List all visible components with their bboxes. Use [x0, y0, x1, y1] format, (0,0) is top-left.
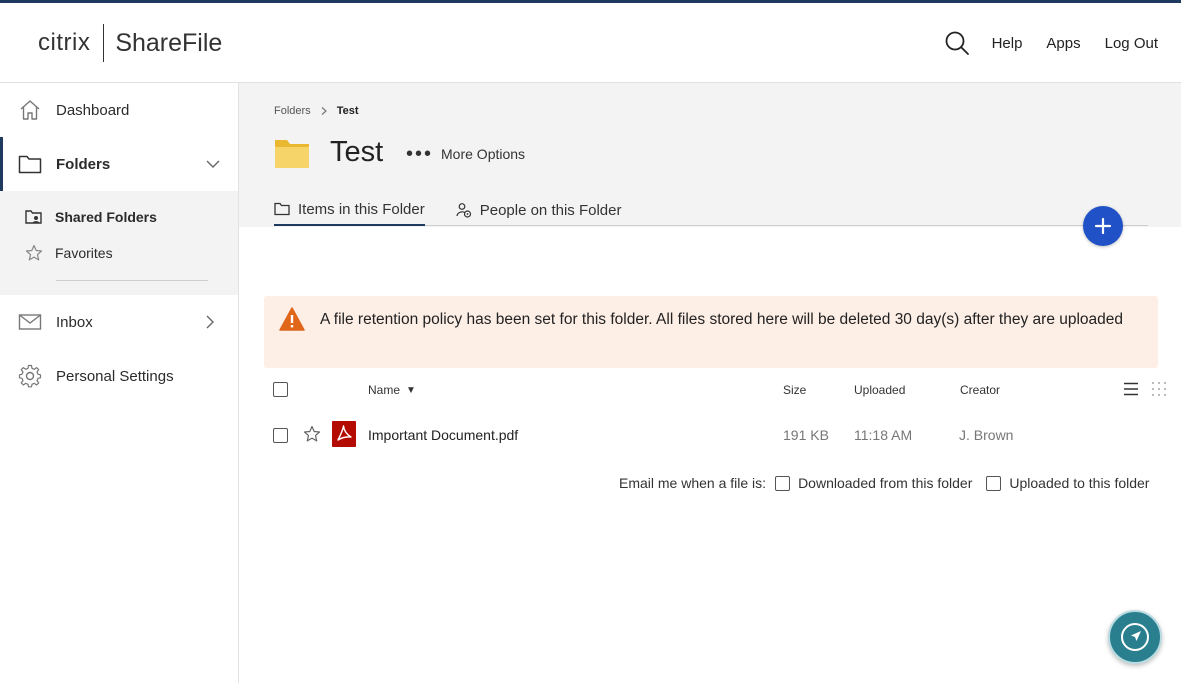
more-dots-icon: •••	[406, 143, 434, 165]
uploaded-notify-checkbox[interactable]	[986, 475, 1002, 491]
gear-icon	[18, 364, 42, 388]
sidebar-item-label: Dashboard	[56, 101, 130, 119]
logo-product-text: ShareFile	[115, 28, 223, 57]
tab-label: Items in this Folder	[298, 200, 425, 218]
sidebar-item-label: Personal Settings	[56, 367, 174, 385]
column-header-name[interactable]: Name ▼	[368, 383, 416, 397]
sidebar-item-shared-folders[interactable]: Shared Folders	[25, 206, 157, 228]
folder-icon	[18, 155, 42, 174]
file-table-header: Name ▼ Size Uploaded Creator	[264, 376, 1181, 404]
sidebar-item-folders[interactable]: Folders	[0, 137, 238, 191]
sort-desc-icon: ▼	[406, 384, 416, 396]
help-link[interactable]: Help	[992, 35, 1023, 52]
downloaded-notify-label: Downloaded from this folder	[798, 475, 973, 491]
chevron-right-icon	[321, 107, 327, 115]
downloaded-notify-option[interactable]: Downloaded from this folder	[775, 475, 972, 491]
apps-link[interactable]: Apps	[1046, 35, 1080, 52]
column-header-uploaded[interactable]: Uploaded	[854, 383, 905, 397]
folder-tabs: Items in this Folder People on this Fold…	[274, 194, 621, 226]
file-uploaded-time: 11:18 AM	[854, 427, 913, 443]
sidebar-item-dashboard[interactable]: Dashboard	[0, 83, 238, 137]
column-header-label: Name	[368, 383, 401, 397]
file-size: 191 KB	[783, 427, 829, 443]
page-title: Test	[330, 136, 384, 168]
favorite-star-icon[interactable]	[303, 425, 321, 443]
home-icon	[20, 100, 40, 120]
logo-divider	[103, 24, 105, 62]
sidebar-item-label: Shared Folders	[55, 209, 157, 225]
retention-policy-text: A file retention policy has been set for…	[320, 311, 1124, 328]
citrix-sharefile-logo[interactable]: citrix ShareFile	[38, 24, 222, 62]
chevron-down-icon[interactable]	[205, 156, 221, 172]
people-settings-icon	[456, 203, 471, 218]
star-icon	[25, 244, 43, 261]
tab-items-in-folder[interactable]: Items in this Folder	[274, 194, 425, 226]
table-row[interactable]: Important Document.pdf 191 KB 11:18 AM J…	[264, 418, 1181, 452]
folder-icon	[274, 202, 290, 216]
sidebar: Dashboard Folders Shared Folders Favorit…	[0, 83, 239, 683]
folder-title-block: Test	[274, 136, 383, 169]
breadcrumb-current: Test	[336, 105, 359, 117]
shared-folder-icon	[25, 210, 42, 224]
chevron-right-icon[interactable]	[202, 314, 218, 330]
uploaded-notify-option[interactable]: Uploaded to this folder	[986, 475, 1149, 491]
subnav-divider	[56, 280, 208, 281]
sidebar-item-favorites[interactable]: Favorites	[25, 242, 113, 264]
pdf-file-icon	[332, 421, 356, 447]
top-bar: citrix ShareFile Help Apps Log Out	[0, 0, 1181, 83]
breadcrumb-folders-link[interactable]: Folders	[274, 105, 311, 117]
email-notification-options: Email me when a file is: Downloaded from…	[619, 475, 1149, 491]
column-header-size[interactable]: Size	[783, 383, 806, 397]
file-creator: J. Brown	[959, 427, 1014, 443]
grid-view-icon[interactable]	[1151, 381, 1167, 397]
sidebar-item-label: Inbox	[56, 313, 93, 331]
add-button[interactable]	[1083, 206, 1123, 246]
column-header-creator[interactable]: Creator	[960, 383, 1000, 397]
sidebar-item-label: Folders	[56, 155, 111, 173]
sidebar-item-label: Favorites	[55, 245, 113, 261]
plus-icon	[1094, 217, 1112, 235]
navigation-arrow-icon	[1121, 623, 1149, 651]
list-view-icon[interactable]	[1123, 381, 1139, 397]
breadcrumb: Folders Test	[274, 105, 359, 117]
file-name-link[interactable]: Important Document.pdf	[368, 427, 518, 443]
sidebar-item-personal-settings[interactable]: Personal Settings	[0, 349, 238, 403]
downloaded-notify-checkbox[interactable]	[775, 475, 791, 491]
warning-icon	[279, 307, 305, 331]
guide-navigation-button[interactable]	[1108, 610, 1162, 664]
tab-label: People on this Folder	[479, 201, 622, 219]
more-options-label: More Options	[441, 146, 526, 162]
search-icon[interactable]	[944, 30, 970, 56]
more-options-button[interactable]: ••• More Options	[406, 143, 526, 165]
email-notify-label: Email me when a file is:	[619, 475, 767, 491]
sidebar-item-inbox[interactable]: Inbox	[0, 295, 238, 349]
mail-icon	[18, 314, 42, 330]
row-checkbox[interactable]	[273, 428, 288, 443]
folder-icon	[275, 139, 309, 168]
retention-policy-notice: A file retention policy has been set for…	[264, 296, 1158, 368]
tab-people-on-folder[interactable]: People on this Folder	[456, 194, 622, 226]
logo-citrix-text: citrix	[38, 29, 91, 56]
uploaded-notify-label: Uploaded to this folder	[1009, 475, 1150, 491]
top-actions: Help Apps Log Out	[944, 30, 1158, 56]
select-all-checkbox[interactable]	[273, 382, 288, 397]
logout-link[interactable]: Log Out	[1105, 35, 1158, 52]
